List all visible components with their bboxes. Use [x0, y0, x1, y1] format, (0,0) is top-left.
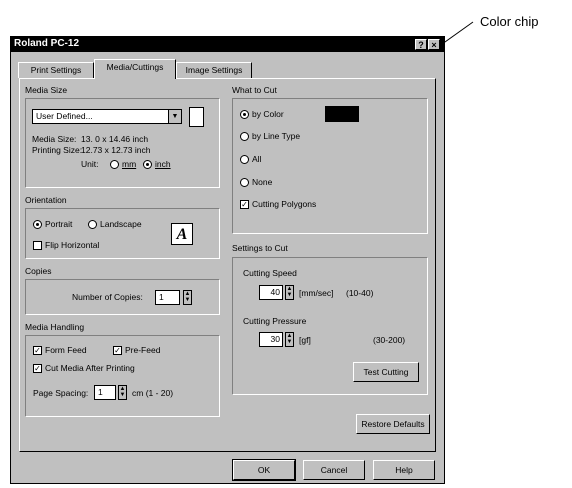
page-spacing-stepper[interactable]: ▲ ▼: [118, 385, 127, 400]
by-line-type-label: by Line Type: [252, 131, 301, 141]
unit-label: Unit:: [81, 159, 99, 169]
tab-panel: Media Size User Defined... ▼ Media Size:…: [19, 78, 436, 452]
help-button[interactable]: Help: [373, 460, 435, 480]
settings-to-cut-group: Cutting Speed 40 ▲ ▼ [mm/sec] (10-40) Cut…: [232, 257, 428, 395]
media-handling-group: ✓ Form Feed ✓ Pre-Feed ✓ Cut Media After…: [25, 335, 220, 417]
pre-feed-label: Pre-Feed: [125, 345, 161, 355]
all-radio[interactable]: [240, 155, 249, 164]
cutting-speed-unit: [mm/sec]: [299, 288, 334, 298]
cutting-polygons-checkbox[interactable]: ✓: [240, 200, 249, 209]
copies-input[interactable]: 1: [155, 290, 180, 305]
orientation-group: Portrait Landscape Flip Horizontal A: [25, 208, 220, 259]
landscape-label: Landscape: [100, 219, 142, 229]
by-color-radio[interactable]: [240, 110, 249, 119]
cutting-polygons-label: Cutting Polygons: [252, 199, 317, 209]
cancel-button[interactable]: Cancel: [303, 460, 365, 480]
settings-to-cut-label: Settings to Cut: [232, 243, 288, 253]
tab-print-settings[interactable]: Print Settings: [18, 62, 94, 78]
form-feed-label: Form Feed: [45, 345, 87, 355]
cutting-pressure-stepper[interactable]: ▲ ▼: [285, 332, 294, 347]
media-size-label: Media Size: [25, 85, 68, 95]
form-feed-checkbox[interactable]: ✓: [33, 346, 42, 355]
flip-horizontal-label: Flip Horizontal: [45, 240, 100, 250]
portrait-radio[interactable]: [33, 220, 42, 229]
none-radio[interactable]: [240, 178, 249, 187]
copies-label: Copies: [25, 266, 52, 276]
test-cutting-button[interactable]: Test Cutting: [353, 362, 419, 382]
page-spacing-unit: cm (1 - 20): [132, 388, 174, 398]
orientation-label: Orientation: [25, 195, 67, 205]
cutting-pressure-range: (30-200): [373, 335, 406, 345]
cutting-speed-input[interactable]: 40: [259, 285, 283, 300]
media-size-group: User Defined... ▼ Media Size: 13. 0 x 14…: [25, 98, 220, 188]
ok-button[interactable]: OK: [232, 459, 296, 481]
page-icon: [189, 107, 204, 127]
cutting-pressure-label: Cutting Pressure: [243, 316, 307, 326]
media-size-dropdown[interactable]: User Defined... ▼: [32, 109, 182, 124]
by-color-label: by Color: [252, 109, 284, 119]
color-chip[interactable]: [325, 106, 359, 122]
orientation-preview-icon: A: [171, 223, 193, 245]
title-bar: Roland PC-12 ? ×: [11, 37, 444, 52]
unit-inch-radio[interactable]: [143, 160, 152, 169]
unit-mm-radio[interactable]: [110, 160, 119, 169]
help-title-button[interactable]: ?: [415, 39, 427, 50]
what-to-cut-label: What to Cut: [232, 85, 277, 95]
media-size-info-value: 13. 0 x 14.46 inch: [81, 134, 149, 144]
unit-mm-label: mm: [122, 159, 137, 169]
chevron-down-icon[interactable]: ▼: [168, 110, 181, 123]
printing-size-value: 12.73 x 12.73 inch: [81, 145, 151, 155]
page-spacing-input[interactable]: 1: [94, 385, 116, 400]
landscape-radio[interactable]: [88, 220, 97, 229]
portrait-label: Portrait: [45, 219, 73, 229]
media-size-dropdown-value: User Defined...: [36, 111, 93, 121]
none-label: None: [252, 177, 273, 187]
printing-size-label: Printing Size:: [32, 145, 83, 155]
cut-media-checkbox[interactable]: ✓: [33, 364, 42, 373]
restore-defaults-button[interactable]: Restore Defaults: [356, 414, 430, 434]
what-to-cut-group: by Color by Line Type All None ✓ Cutting…: [232, 98, 428, 234]
number-of-copies-label: Number of Copies:: [72, 292, 143, 302]
tab-media-cuttings[interactable]: Media/Cuttings: [94, 59, 176, 79]
cutting-pressure-input[interactable]: 30: [259, 332, 283, 347]
dialog-window: Roland PC-12 ? × Print Settings Media/Cu…: [10, 36, 445, 484]
copies-stepper[interactable]: ▲ ▼: [183, 290, 192, 305]
tab-image-settings[interactable]: Image Settings: [176, 62, 252, 78]
all-label: All: [252, 154, 262, 164]
window-title: Roland PC-12: [14, 38, 80, 49]
close-icon[interactable]: ×: [428, 39, 440, 50]
cutting-speed-label: Cutting Speed: [243, 268, 297, 278]
media-handling-label: Media Handling: [25, 322, 85, 332]
media-size-info-label: Media Size:: [32, 134, 77, 144]
cut-media-label: Cut Media After Printing: [45, 363, 135, 373]
cutting-pressure-unit: [gf]: [299, 335, 311, 345]
cutting-speed-range: (10-40): [346, 288, 374, 298]
copies-group: Number of Copies: 1 ▲ ▼: [25, 279, 220, 315]
flip-horizontal-checkbox[interactable]: [33, 241, 42, 250]
page-spacing-label: Page Spacing:: [33, 388, 89, 398]
pre-feed-checkbox[interactable]: ✓: [113, 346, 122, 355]
cutting-speed-stepper[interactable]: ▲ ▼: [285, 285, 294, 300]
by-line-type-radio[interactable]: [240, 132, 249, 141]
unit-inch-label: inch: [155, 159, 171, 169]
